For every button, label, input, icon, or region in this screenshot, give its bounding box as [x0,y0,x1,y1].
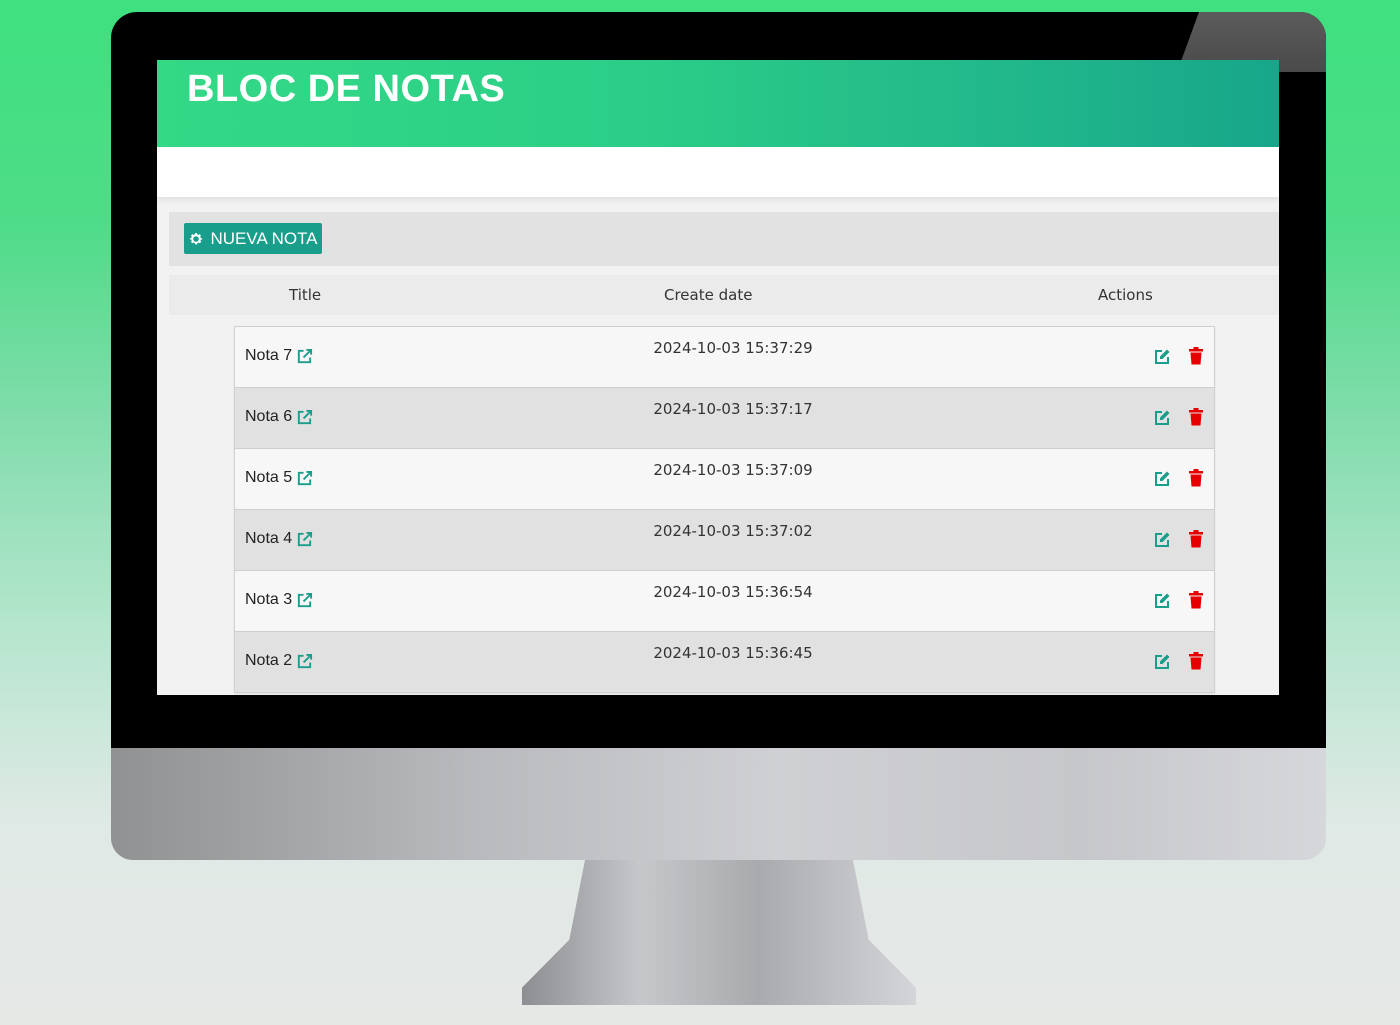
note-date: 2024-10-03 15:36:45 [653,644,813,662]
trash-icon[interactable] [1189,469,1203,487]
edit-icon[interactable] [1153,592,1171,610]
trash-icon[interactable] [1189,591,1203,609]
app-screen: BLOC DE NOTAS NUEVA NOTA Title Create da… [157,60,1279,695]
table-row: Nota 2 2024-10-03 15:36:45 [234,632,1215,693]
column-header-actions: Actions [1098,286,1153,304]
new-note-label: NUEVA NOTA [210,228,318,248]
trash-icon[interactable] [1189,347,1203,365]
table-row: Nota 3 2024-10-03 15:36:54 [234,571,1215,632]
header-spacer [157,147,1279,197]
table-row: Nota 5 2024-10-03 15:37:09 [234,449,1215,510]
table-row: Nota 4 2024-10-03 15:37:02 [234,510,1215,571]
monitor-stand [522,860,916,1005]
note-date: 2024-10-03 15:37:29 [653,339,813,357]
monitor-chin [111,748,1326,860]
table-row: Nota 6 2024-10-03 15:37:17 [234,388,1215,449]
column-header-create-date: Create date [664,286,753,304]
trash-icon[interactable] [1189,652,1203,670]
trash-icon[interactable] [1189,530,1203,548]
new-note-button[interactable]: NUEVA NOTA [184,223,322,254]
note-date: 2024-10-03 15:36:54 [653,583,813,601]
app-title: BLOC DE NOTAS [187,68,506,110]
edit-icon[interactable] [1153,531,1171,549]
app-header: BLOC DE NOTAS [157,60,1279,147]
trash-icon[interactable] [1189,408,1203,426]
column-header-title: Title [289,286,322,304]
note-date: 2024-10-03 15:37:02 [653,522,813,540]
edit-icon[interactable] [1153,470,1171,488]
edit-icon[interactable] [1153,409,1171,427]
toolbar: NUEVA NOTA [169,212,1279,266]
note-date: 2024-10-03 15:37:17 [653,400,813,418]
note-date: 2024-10-03 15:37:09 [653,461,813,479]
edit-icon[interactable] [1153,653,1171,671]
table-header: Title Create date Actions [169,275,1279,315]
notes-table: Nota 7 2024-10-03 15:37:29 Nota 6 2024-1… [234,326,1215,693]
edit-icon[interactable] [1153,348,1171,366]
gear-icon [190,232,203,244]
table-row: Nota 7 2024-10-03 15:37:29 [234,326,1215,388]
